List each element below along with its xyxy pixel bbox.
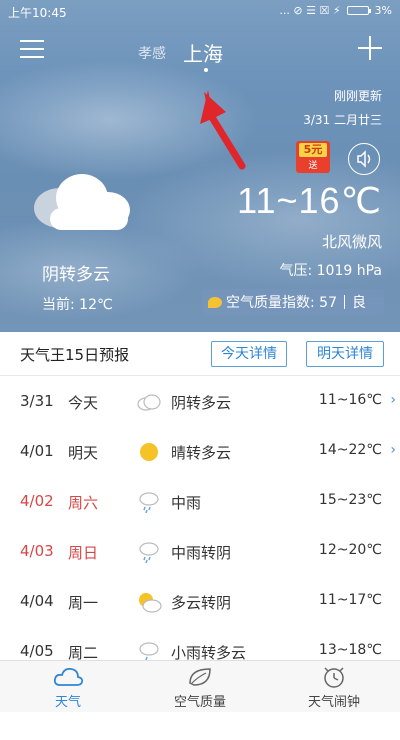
status-bar: 上午10:45 ... ⊘ ☰ ☒ ⚡ 3% (0, 0, 400, 22)
page-indicator-dot (204, 68, 208, 72)
forecast-day: 周六 (68, 494, 99, 512)
city-tab-current[interactable]: 上海 (183, 38, 223, 67)
forecast-weather: 晴转多云 (171, 444, 232, 462)
forecast-day: 周日 (68, 544, 99, 562)
weather-hero: 上午10:45 ... ⊘ ☰ ☒ ⚡ 3% 孝感 上海 刚刚更新 3/31 二… (0, 0, 400, 332)
tab-weather-alarm[interactable]: 天气闹钟 (274, 665, 394, 710)
bottom-spacer (0, 712, 400, 740)
forecast-row[interactable]: 4/01 明天 晴转多云 14~22℃ › (0, 427, 400, 477)
forecast-row[interactable]: 3/31 今天 阴转多云 11~16℃ › (0, 377, 400, 427)
status-indicator-icons: ... ⊘ ☰ ☒ ⚡ (279, 4, 341, 17)
rain-icon (139, 492, 159, 513)
tab-air-quality[interactable]: 空气质量 (140, 665, 260, 710)
forecast-temp: 15~23℃ (318, 492, 382, 508)
forecast-row[interactable]: 4/04 周一 多云转阴 11~17℃ (0, 577, 400, 627)
partly-cloudy-icon (139, 593, 162, 613)
current-temperature: 当前: 12℃ (42, 297, 113, 313)
forecast-header: 天气王15日预报 今天详情 明天详情 (0, 332, 400, 376)
date-lunar: 3/31 二月廿三 (303, 113, 382, 127)
bottom-tab-bar: 天气 空气质量 天气闹钟 (0, 660, 400, 712)
forecast-weather: 阴转多云 (171, 394, 232, 412)
coupon-amount: 5元 (299, 143, 327, 157)
forecast-temp: 13~18℃ (318, 642, 382, 658)
forecast-weather: 中雨 (171, 494, 202, 512)
add-city-button[interactable] (358, 36, 382, 60)
tab-weather[interactable]: 天气 (8, 665, 128, 710)
air-quality-badge[interactable]: 空气质量指数: 57 良 (202, 289, 384, 315)
forecast-date: 4/03 (20, 542, 54, 560)
status-time: 上午10:45 (8, 6, 67, 20)
current-condition: 阴转多云 (42, 265, 110, 285)
forecast-date: 4/02 (20, 492, 54, 510)
aqi-level: 良 (351, 295, 366, 311)
chevron-right-icon: › (390, 442, 396, 458)
forecast-day: 明天 (68, 444, 99, 462)
leaf-icon (189, 668, 211, 686)
tab-label: 天气 (54, 695, 81, 710)
today-detail-button[interactable]: 今天详情 (211, 341, 287, 367)
forecast-weather: 中雨转阴 (171, 544, 232, 562)
tab-label: 天气闹钟 (307, 695, 360, 710)
forecast-list: 3/31 今天 阴转多云 11~16℃ › 4/01 明天 晴转多云 14~22… (0, 377, 400, 677)
forecast-day: 今天 (68, 394, 99, 412)
update-status: 刚刚更新 (333, 89, 382, 103)
temperature-range: 11~16℃ (237, 180, 382, 221)
tomorrow-detail-button[interactable]: 明天详情 (306, 341, 384, 367)
alarm-clock-icon (324, 667, 344, 688)
cloud-icon (53, 667, 84, 686)
pressure-info: 气压: 1019 hPa (279, 263, 382, 279)
city-tab-previous[interactable]: 孝感 (138, 43, 166, 63)
forecast-date: 4/01 (20, 442, 54, 460)
aqi-label: 空气质量指数: 57 (226, 295, 337, 311)
wind-info: 北风微风 (321, 233, 382, 251)
forecast-date: 4/04 (20, 592, 54, 610)
forecast-date: 4/05 (20, 642, 54, 660)
forecast-date: 3/31 (20, 392, 54, 410)
menu-button[interactable] (20, 40, 44, 60)
sun-icon (140, 443, 158, 461)
forecast-row[interactable]: 4/03 周日 中雨转阴 12~20℃ (0, 527, 400, 577)
speaker-icon (357, 150, 371, 168)
red-arrow-annotation (200, 90, 246, 170)
tab-label: 空气质量 (173, 695, 226, 710)
chevron-right-icon: › (390, 392, 396, 408)
forecast-row[interactable]: 4/02 周六 中雨 15~23℃ (0, 477, 400, 527)
divider (343, 295, 345, 309)
coupon-sub: 送 (308, 161, 318, 171)
overcast-icon (137, 394, 161, 411)
forecast-temp: 11~17℃ (318, 592, 382, 608)
menu-icon (20, 40, 44, 42)
forecast-temp: 14~22℃ (318, 442, 382, 458)
overcast-cloud-icon (34, 174, 130, 230)
status-icons: ... ⊘ ☰ ☒ ⚡ 3% (279, 4, 392, 17)
forecast-temp: 12~20℃ (318, 542, 382, 558)
battery-icon (346, 6, 371, 15)
forecast-day: 周一 (68, 594, 99, 612)
leaf-icon (208, 296, 222, 308)
coupon-badge[interactable]: 5元 送 (296, 141, 330, 173)
forecast-title: 天气王15日预报 (20, 346, 130, 364)
battery-percent: 3% (374, 4, 392, 17)
forecast-weather: 多云转阴 (171, 594, 232, 612)
forecast-temp: 11~16℃ (318, 392, 382, 408)
rain-icon (139, 542, 159, 563)
voice-broadcast-button[interactable] (348, 143, 380, 175)
